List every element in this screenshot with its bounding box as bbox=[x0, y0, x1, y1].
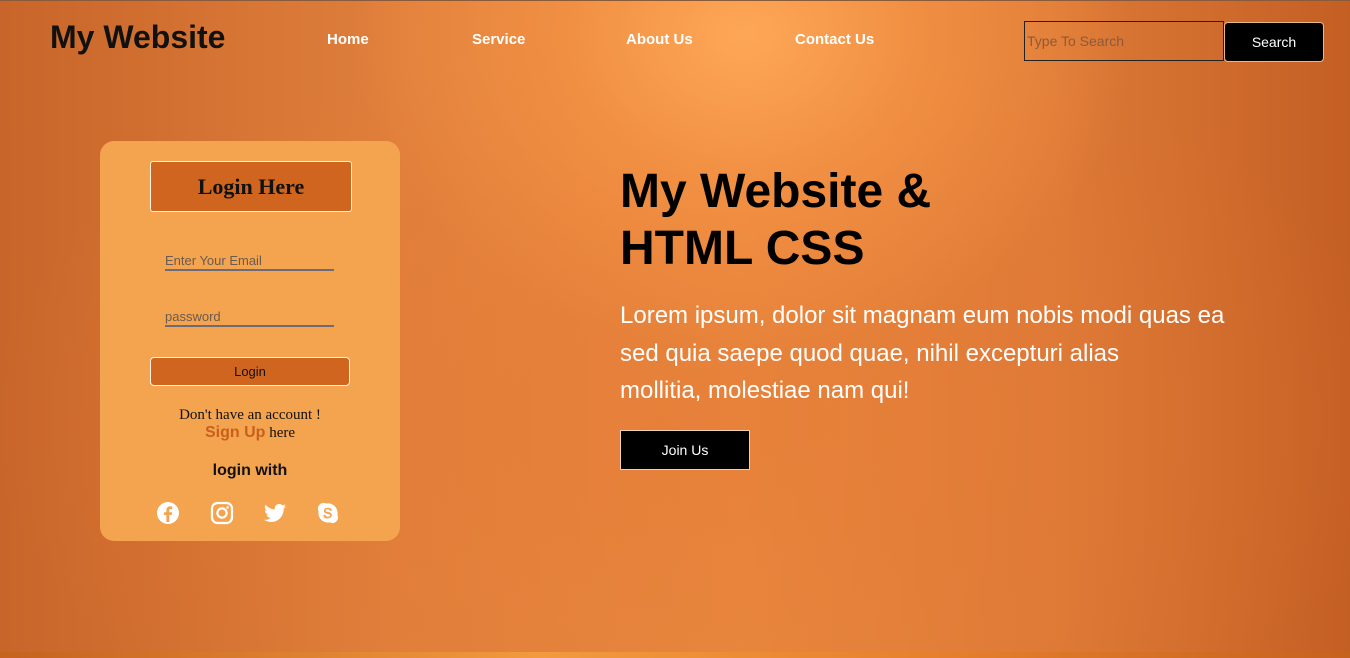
hero-description: Lorem ipsum, dolor sit magnam eum nobis … bbox=[620, 297, 1260, 410]
site-logo: My Website bbox=[50, 19, 226, 55]
instagram-icon[interactable] bbox=[210, 501, 234, 525]
hero-text-line: mollitia, molestiae nam qui! bbox=[620, 377, 910, 404]
hero-title-line: HTML CSS bbox=[620, 222, 865, 275]
nav-contact-us[interactable]: Contact Us bbox=[795, 31, 874, 48]
join-us-button[interactable]: Join Us bbox=[620, 430, 750, 470]
email-field[interactable] bbox=[165, 251, 334, 271]
password-field[interactable] bbox=[165, 307, 334, 327]
hero-text-line: Lorem ipsum, dolor sit magnam eum nobis … bbox=[620, 302, 1225, 329]
hero-text-line: sed quia saepe quod quae, nihil exceptur… bbox=[620, 339, 1120, 367]
bottom-glow bbox=[0, 652, 1350, 658]
account-prompt: Don't have an account ! bbox=[179, 407, 321, 423]
login-title: Login Here bbox=[150, 161, 352, 212]
twitter-icon[interactable] bbox=[263, 501, 287, 525]
login-button[interactable]: Login bbox=[150, 357, 350, 386]
signup-line: Sign Up here bbox=[100, 424, 400, 442]
skype-icon[interactable] bbox=[316, 501, 340, 525]
hero-title-line: My Website & bbox=[620, 165, 932, 218]
search-input[interactable] bbox=[1024, 21, 1224, 61]
nav-about-us[interactable]: About Us bbox=[626, 31, 693, 48]
login-card: Login Here Login Don't have an account !… bbox=[100, 141, 400, 541]
top-border bbox=[0, 0, 1350, 1]
login-with-label: login with bbox=[212, 462, 288, 479]
hero-title: My Website & HTML CSS bbox=[620, 163, 1180, 277]
signup-suffix: here bbox=[265, 425, 295, 441]
facebook-icon[interactable] bbox=[156, 501, 180, 525]
signup-link[interactable]: Sign Up bbox=[205, 424, 265, 441]
search-button[interactable]: Search bbox=[1224, 22, 1324, 62]
nav-home[interactable]: Home bbox=[327, 31, 369, 48]
nav-service[interactable]: Service bbox=[472, 31, 525, 48]
